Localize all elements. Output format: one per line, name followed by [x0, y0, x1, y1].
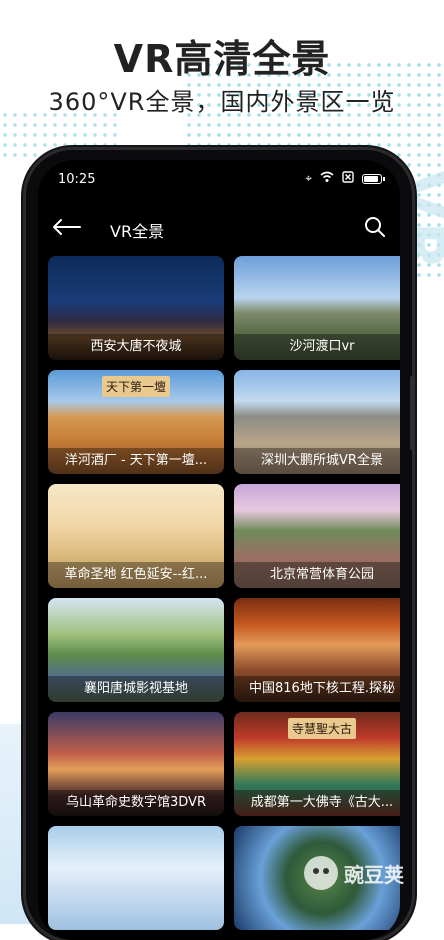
- scenic-card[interactable]: 乌山革命史数字馆3DVR: [48, 712, 224, 816]
- scenic-card-title: 沙河渡口vr: [234, 334, 400, 360]
- card-sign-text: 寺慧聖大古: [287, 718, 357, 739]
- scenic-thumbnail: [48, 826, 224, 930]
- scenic-card-title: 西安大唐不夜城: [48, 334, 224, 360]
- scenic-card-title: 中国816地下核工程.探秘: [234, 676, 400, 702]
- scenic-card[interactable]: [48, 826, 224, 930]
- wandoujia-logo-icon: [304, 856, 338, 890]
- location-icon: ⌖: [305, 171, 312, 185]
- search-icon[interactable]: [360, 212, 390, 242]
- status-time: 10:25: [58, 172, 96, 187]
- wandoujia-watermark: 豌豆荚: [304, 856, 404, 890]
- scenic-card[interactable]: 革命圣地 红色延安--红...: [48, 484, 224, 588]
- scenic-card[interactable]: 天下第一壇 洋河酒厂 - 天下第一壇...: [48, 370, 224, 474]
- scenic-card[interactable]: 沙河渡口vr: [234, 256, 400, 360]
- app-bar: VR全景: [38, 206, 400, 250]
- sim-icon: [342, 171, 354, 186]
- back-arrow-icon[interactable]: [48, 212, 84, 242]
- scenic-card-title: 革命圣地 红色延安--红...: [48, 562, 224, 588]
- wifi-icon: [320, 171, 334, 186]
- watermark-logo-text: 豌豆荚: [344, 862, 404, 887]
- scenic-card-title: 乌山革命史数字馆3DVR: [48, 790, 224, 816]
- status-icons: ⌖: [305, 171, 385, 186]
- scenic-card-title: 襄阳唐城影视基地: [48, 676, 224, 702]
- promo-headline: VR高清全景: [113, 37, 331, 81]
- scenic-card-title: 洋河酒厂 - 天下第一壇...: [48, 448, 224, 474]
- scenic-card[interactable]: 襄阳唐城影视基地: [48, 598, 224, 702]
- card-sign-text: 天下第一壇: [101, 376, 171, 397]
- scenic-card-title: 北京常营体育公园: [234, 562, 400, 588]
- phone-side-button: [410, 376, 415, 450]
- scenic-card[interactable]: 深圳大鹏所城VR全景: [234, 370, 400, 474]
- promo-subline: 360°VR全景，国内外景区一览: [48, 88, 396, 116]
- status-bar: 10:25 ⌖: [38, 160, 400, 200]
- battery-icon: [362, 173, 385, 184]
- phone-frame: 10:25 ⌖ VR全景 西安大唐不夜城 沙河渡口vr 天下第一壇 洋河酒厂 -…: [26, 150, 412, 940]
- scenic-card-title: 成都第一大佛寺《古大...: [234, 790, 400, 816]
- scenic-card[interactable]: 寺慧聖大古 成都第一大佛寺《古大...: [234, 712, 400, 816]
- scenic-card-title: 深圳大鹏所城VR全景: [234, 448, 400, 474]
- scenic-card[interactable]: 西安大唐不夜城: [48, 256, 224, 360]
- scenic-card[interactable]: 北京常营体育公园: [234, 484, 400, 588]
- page-title: VR全景: [110, 222, 165, 241]
- scenic-card[interactable]: 中国816地下核工程.探秘: [234, 598, 400, 702]
- app-screen: 10:25 ⌖ VR全景 西安大唐不夜城 沙河渡口vr 天下第一壇 洋河酒厂 -…: [38, 160, 400, 940]
